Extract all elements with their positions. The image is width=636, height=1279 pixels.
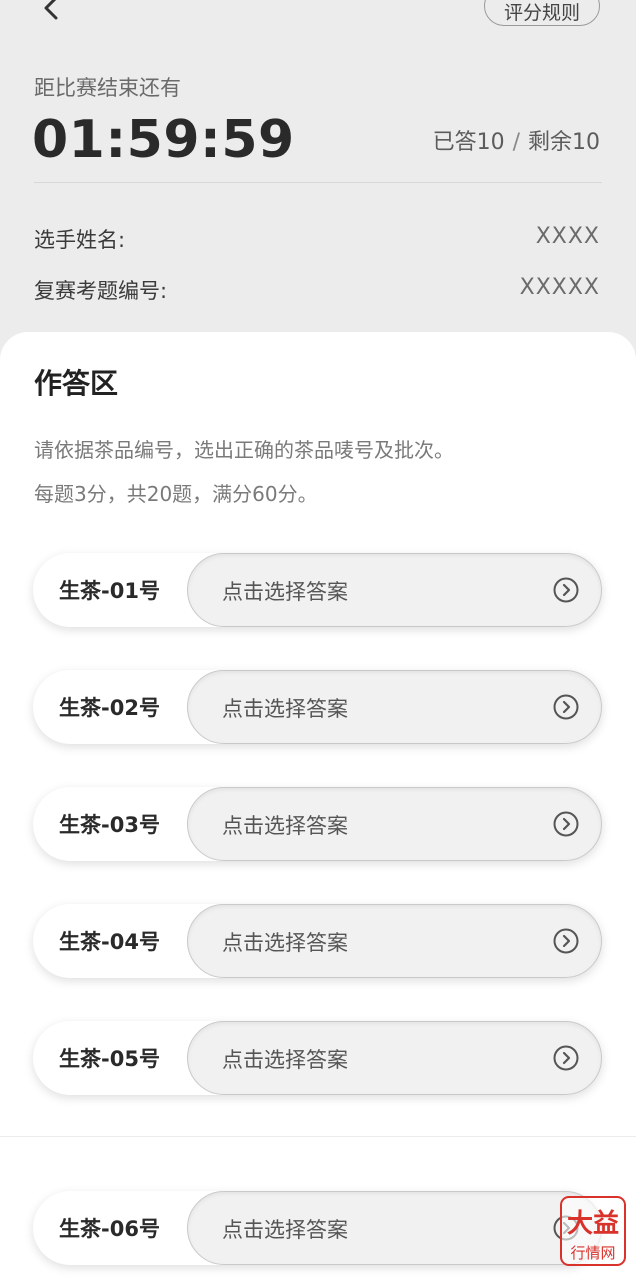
answer-select[interactable]: 点击选择答案 [187,553,602,627]
answer-select[interactable]: 点击选择答案 [187,904,602,978]
countdown-timer: 01:59:59 [32,110,295,170]
answer-placeholder: 点击选择答案 [222,697,348,721]
watermark-bottom-text: 行情网 [570,1244,615,1262]
answered-count: 已答10 [432,130,505,155]
answer-select[interactable]: 点击选择答案 [187,670,602,744]
circle-chevron-right-icon [553,577,579,603]
exam-id-label: 复赛考题编号: [34,279,168,303]
circle-chevron-right-icon [553,928,579,954]
countdown-label: 距比赛结束还有 [34,76,181,100]
answer-panel: 作答区 请依据茶品编号，选出正确的茶品唛号及批次。 每题3分，共20题，满分60… [0,332,636,1279]
divider [34,182,602,183]
question-label: 生茶-03号 [59,813,160,837]
answer-area-title: 作答区 [34,367,119,400]
answer-progress: 已答10 / 剩余10 [433,124,600,156]
question-item: 生茶-03号 点击选择答案 [33,787,602,861]
question-item: 生茶-02号 点击选择答案 [33,670,602,744]
question-item: 生茶-01号 点击选择答案 [33,553,602,627]
answer-placeholder: 点击选择答案 [222,580,348,604]
answer-select[interactable]: 点击选择答案 [187,787,602,861]
answer-select[interactable]: 点击选择答案 [187,1021,602,1095]
circle-chevron-right-icon [553,811,579,837]
top-bar: 评分规则 [0,0,636,40]
watermark-logo: 大益 行情网 [560,1196,626,1266]
chevron-left-icon[interactable] [38,0,66,22]
contestant-name-label: 选手姓名: [34,228,126,252]
answer-placeholder: 点击选择答案 [222,1048,348,1072]
question-label: 生茶-05号 [59,1047,160,1071]
circle-chevron-right-icon [553,694,579,720]
contestant-name-row: 选手姓名: XXXX [34,224,600,254]
section-divider [0,1136,636,1137]
instruction-text: 请依据茶品编号，选出正确的茶品唛号及批次。 [34,438,454,462]
exam-id-value: XXXXX [519,275,600,300]
watermark-top-text: 大益 [567,1209,619,1239]
circle-chevron-right-icon [553,1045,579,1071]
progress-separator: / [512,130,520,155]
contestant-name-value: XXXX [535,224,600,249]
question-item: 生茶-06号 点击选择答案 [33,1191,602,1265]
answer-select[interactable]: 点击选择答案 [187,1191,602,1265]
exam-id-row: 复赛考题编号: XXXXX [34,275,600,305]
answer-placeholder: 点击选择答案 [222,814,348,838]
scoring-rules-button[interactable]: 评分规则 [484,0,600,26]
answer-placeholder: 点击选择答案 [222,1218,348,1242]
question-item: 生茶-05号 点击选择答案 [33,1021,602,1095]
remaining-count: 剩余10 [528,130,600,155]
answer-placeholder: 点击选择答案 [222,931,348,955]
scoring-text: 每题3分，共20题，满分60分。 [34,482,318,506]
question-label: 生茶-01号 [59,579,160,603]
question-label: 生茶-04号 [59,930,160,954]
question-label: 生茶-06号 [59,1217,160,1241]
question-label: 生茶-02号 [59,696,160,720]
question-item: 生茶-04号 点击选择答案 [33,904,602,978]
